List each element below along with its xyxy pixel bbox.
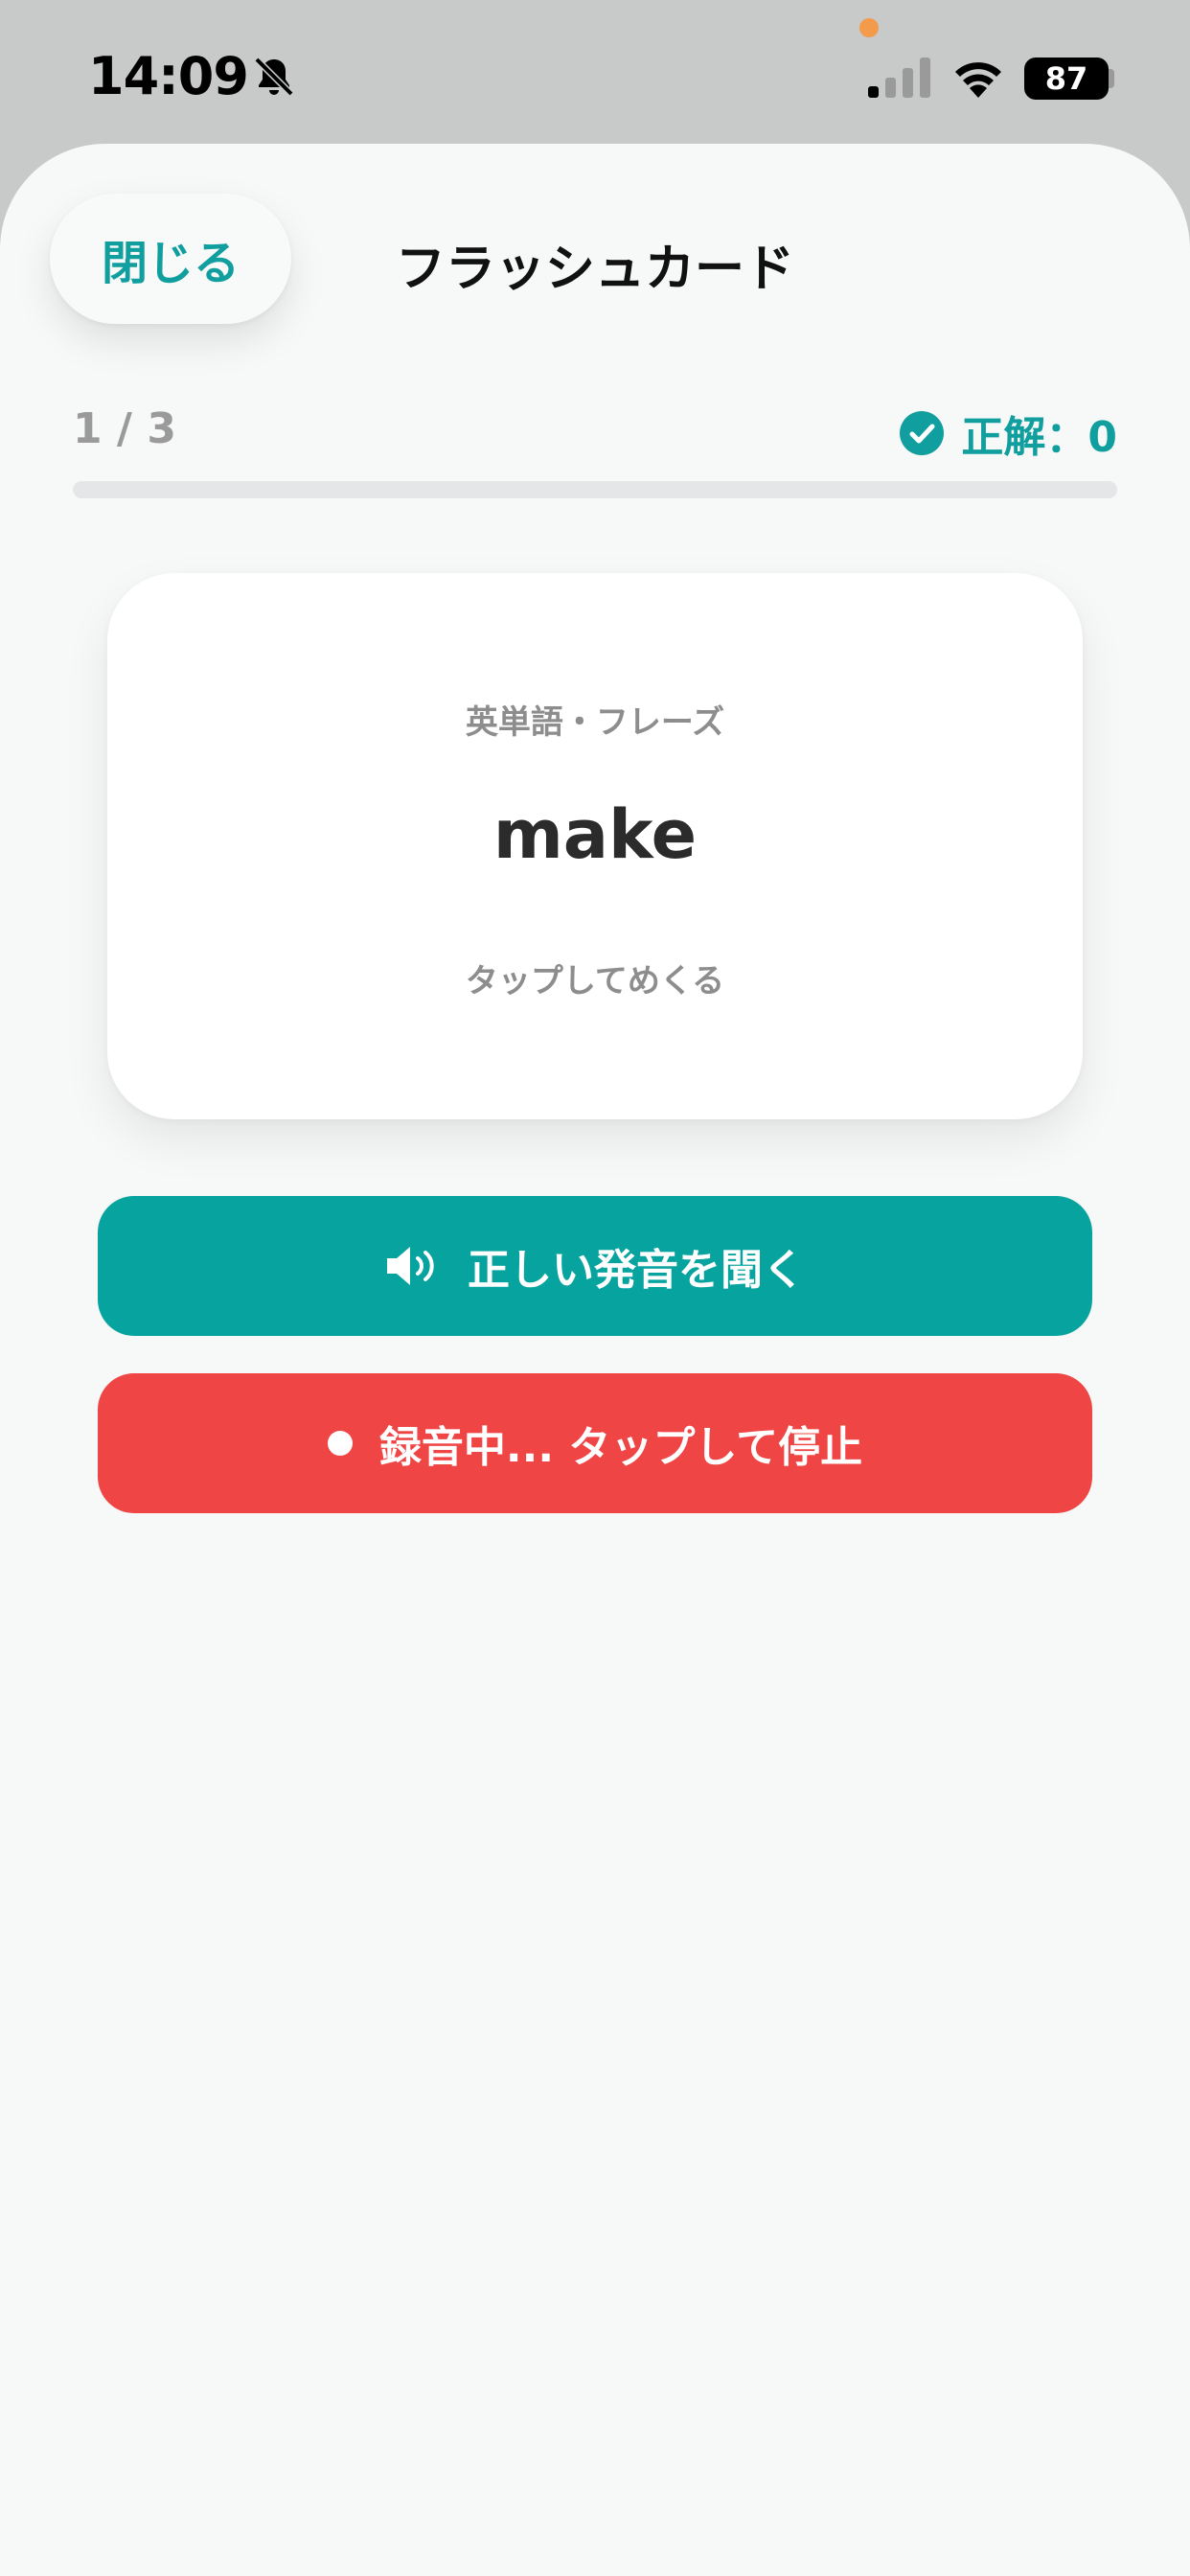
battery-icon: 87 xyxy=(1024,58,1109,100)
wifi-icon xyxy=(955,62,1001,98)
flashcard-sheet: 閉じる フラッシュカード 1 / 3 正解：0 英単語・フレーズ make タッ… xyxy=(0,144,1190,2576)
screen: 14:09 87 閉じる フラッシュカード 1 / 3 正解：0 英単語・フレー… xyxy=(0,0,1190,2576)
flashcard[interactable]: 英単語・フレーズ make タップしてめくる xyxy=(107,573,1083,1119)
privacy-indicator-dot xyxy=(859,18,879,37)
speaker-icon xyxy=(387,1247,434,1285)
bell-slash-icon xyxy=(254,57,294,97)
progress-bar xyxy=(73,481,1117,498)
record-dot-icon xyxy=(327,1431,353,1456)
status-bar: 14:09 87 xyxy=(0,0,1190,144)
stop-recording-label: 録音中... タップして停止 xyxy=(378,1423,863,1472)
cellular-signal-icon xyxy=(868,58,930,98)
listen-pronunciation-button[interactable]: 正しい発音を聞く xyxy=(98,1196,1092,1336)
battery-tip xyxy=(1109,69,1114,88)
progress-counter: 1 / 3 xyxy=(73,404,176,453)
correct-score-label: 正解：0 xyxy=(961,413,1117,462)
close-button[interactable]: 閉じる xyxy=(50,194,291,324)
stop-recording-button[interactable]: 録音中... タップして停止 xyxy=(98,1373,1092,1513)
correct-score: 正解：0 xyxy=(900,402,1117,464)
page-title: フラッシュカード xyxy=(395,241,794,298)
card-word: make xyxy=(492,795,698,874)
check-circle-icon xyxy=(900,411,945,455)
card-category: 英単語・フレーズ xyxy=(465,703,725,742)
status-time: 14:09 xyxy=(88,46,249,106)
card-flip-hint: タップしてめくる xyxy=(465,962,725,1000)
listen-pronunciation-label: 正しい発音を聞く xyxy=(468,1246,805,1295)
